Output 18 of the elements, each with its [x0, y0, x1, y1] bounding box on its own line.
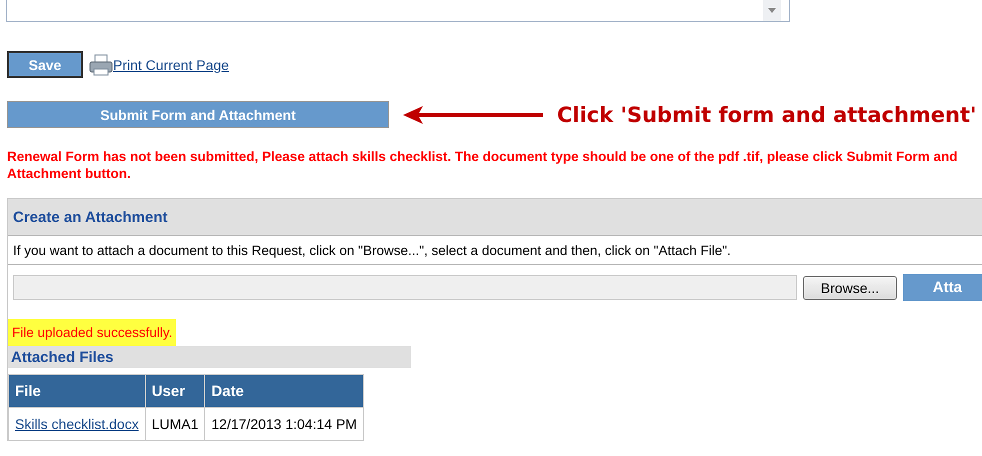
text-area[interactable]	[6, 0, 790, 22]
arrow-icon	[403, 104, 543, 124]
instructions-text: If you want to attach a document to this Request, click on "Browse...", select a document and then, click on "Attach File".	[8, 235, 982, 265]
annotation-text: Click 'Submit form and attachment'	[557, 102, 976, 126]
table-cell: LUMA1	[145, 408, 205, 440]
print-link[interactable]: Print Current Page	[113, 56, 229, 72]
error-message: Renewal Form has not been submitted, Please attach skills checklist. The document type should be one of the pdf .tif, please click Submit Form and Attachment button.	[7, 148, 958, 182]
printer-icon[interactable]	[89, 54, 113, 76]
panel-header: Create an Attachment	[8, 198, 982, 235]
success-message: File uploaded successfully.	[8, 319, 176, 346]
column-header: File	[8, 374, 146, 408]
attached-files-header: Attached Files	[8, 346, 411, 368]
table-cell: 12/17/2013 1:04:14 PM	[204, 408, 364, 440]
file-input[interactable]	[13, 275, 798, 300]
column-header: Date	[204, 374, 364, 408]
browse-button[interactable]: Browse...	[803, 276, 897, 300]
scroll-down-icon[interactable]	[768, 8, 776, 13]
column-header: User	[145, 374, 205, 408]
